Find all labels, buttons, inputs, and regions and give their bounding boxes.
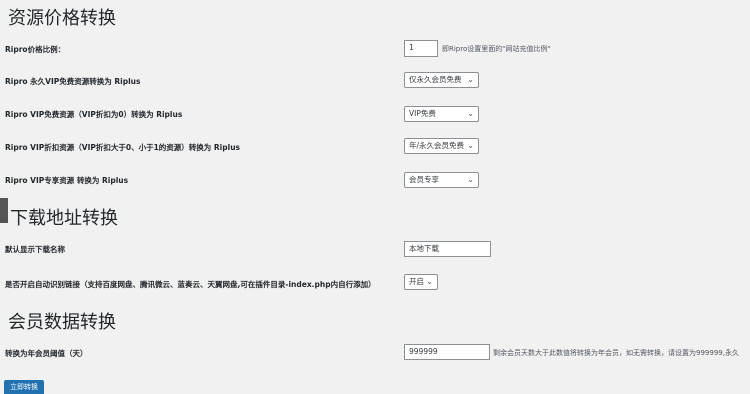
chevron-down-icon: ⌄ [467, 75, 474, 84]
chevron-down-icon: ⌄ [467, 109, 474, 118]
default-name-input[interactable]: 本地下载 [404, 241, 491, 257]
annual-threshold-input[interactable]: 999999 [404, 344, 490, 360]
annual-threshold-label: 转换为年会员阈值（天） [5, 349, 88, 358]
vip-exclusive-selected: 会员专享 [409, 175, 439, 184]
vip-free-select[interactable]: VIP免费 ⌄ [404, 106, 479, 122]
section-title-download: 下载地址转换 [10, 208, 118, 229]
vip-discount-label: Ripro VIP折扣资源（VIP折扣大于0、小于1的资源）转换为 Riplus [5, 143, 240, 152]
annual-threshold-description: 剩余会员天数大于此数值将转换为年会员，如无需转换，请设置为999999,永久 [493, 349, 739, 357]
chevron-down-icon: ⌄ [426, 277, 433, 286]
section-title-price: 资源价格转换 [8, 8, 116, 29]
vip-free-selected: VIP免费 [409, 109, 436, 118]
section-title-membership: 会员数据转换 [8, 312, 116, 333]
permanent-vip-select[interactable]: 仅永久会员免费 ⌄ [404, 72, 479, 88]
vip-free-label: Ripro VIP免费资源（VIP折扣为0）转换为 Riplus [5, 110, 183, 119]
price-ratio-label: Ripro价格比例： [5, 45, 66, 54]
auto-detect-selected: 开启 [409, 277, 424, 286]
permanent-vip-label: Ripro 永久VIP免费资源转换为 Riplus [5, 77, 141, 86]
vip-discount-select[interactable]: 年/永久会员免费 ⌄ [404, 138, 479, 154]
auto-detect-select[interactable]: 开启 ⌄ [404, 274, 438, 290]
section-marker [0, 198, 8, 223]
vip-exclusive-select[interactable]: 会员专享 ⌄ [404, 172, 479, 188]
permanent-vip-selected: 仅永久会员免费 [409, 75, 462, 84]
price-ratio-input[interactable]: 1 [404, 40, 438, 57]
auto-detect-label: 是否开启自动识别链接（支持百度网盘、腾讯微云、蓝奏云、天翼网盘,可在插件目录-i… [5, 280, 376, 289]
default-name-label: 默认显示下载名称 [5, 245, 65, 254]
vip-discount-selected: 年/永久会员免费 [409, 141, 465, 150]
price-ratio-description: 即Ripro设置里面的"网站充值比例" [442, 45, 551, 53]
convert-now-button[interactable]: 立即转换 [4, 380, 44, 394]
vip-exclusive-label: Ripro VIP专享资源 转换为 Riplus [5, 176, 129, 185]
chevron-down-icon: ⌄ [467, 175, 474, 184]
chevron-down-icon: ⌄ [467, 141, 474, 150]
